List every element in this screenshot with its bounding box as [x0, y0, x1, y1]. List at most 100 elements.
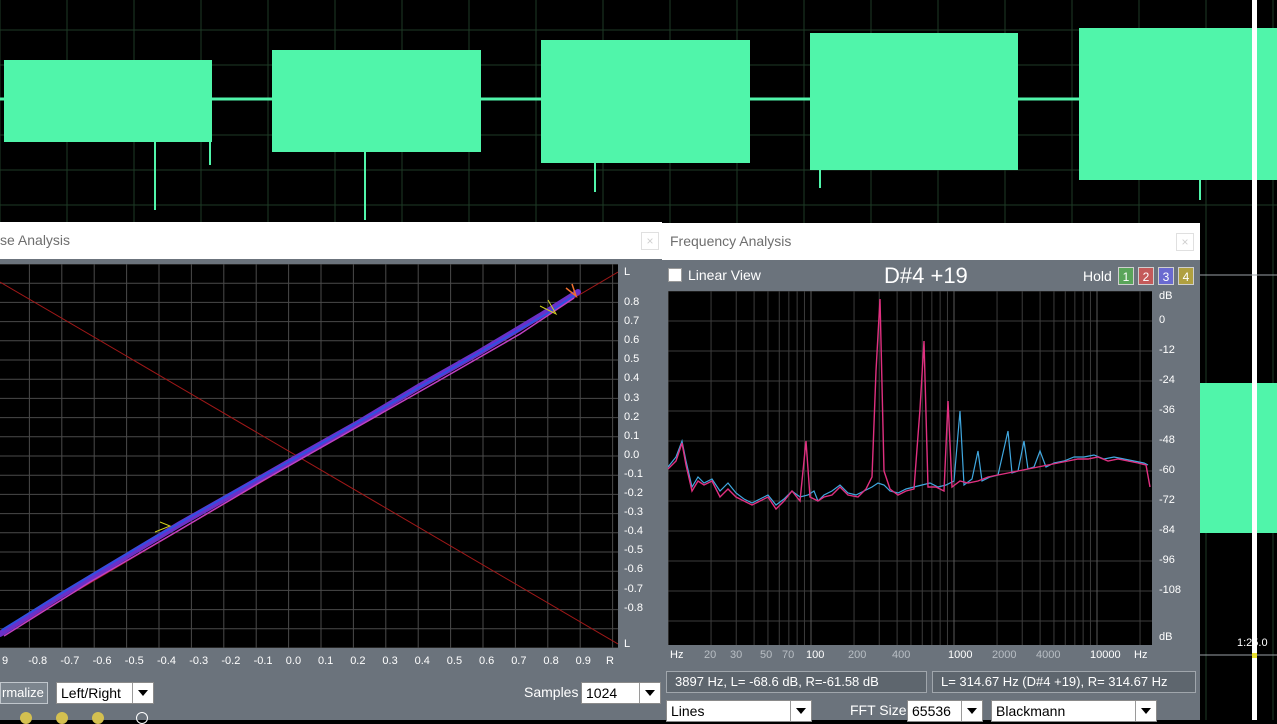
- samples-select[interactable]: 1024: [581, 682, 661, 704]
- phase-x-tick: -0.2: [221, 655, 241, 667]
- db-label-bottom: dB: [1159, 631, 1173, 643]
- hz-tick: 200: [848, 649, 867, 661]
- chevron-down-icon: [132, 683, 153, 703]
- chevron-down-icon: [639, 683, 660, 703]
- phase-y-tick: 0.8: [624, 296, 640, 308]
- phase-scope[interactable]: [0, 264, 618, 648]
- phase-x-tick: -0.6: [92, 655, 112, 667]
- phase-y-tick: -0.2: [624, 487, 643, 499]
- phase-x-tick: 0.0: [285, 655, 302, 667]
- channel-mode-select[interactable]: Left/Right: [56, 682, 154, 704]
- audio-clip-block[interactable]: [4, 60, 212, 142]
- chevron-down-icon: [961, 701, 982, 721]
- phase-x-tick: 9: [2, 655, 9, 667]
- audio-clip-block[interactable]: [1079, 28, 1277, 180]
- phase-x-tick: 0.6: [479, 655, 495, 667]
- hz-tick: 20: [704, 649, 717, 661]
- hz-tick: 4000: [1036, 649, 1061, 661]
- phase-close-button[interactable]: ×: [641, 232, 659, 250]
- hz-tick: 2000: [992, 649, 1017, 661]
- phase-x-tick: R: [606, 655, 614, 667]
- timeline-marker: 1:25.0: [1237, 637, 1268, 649]
- channel-mode-value: Left/Right: [61, 685, 121, 701]
- linear-view-label: Linear View: [688, 267, 761, 283]
- phase-x-tick: -0.8: [28, 655, 48, 667]
- fft-size-label: FFT Size: [850, 702, 907, 718]
- phase-x-tick: 0.9: [575, 655, 591, 667]
- zoom-icon[interactable]: [136, 712, 148, 724]
- phase-window-titlebar[interactable]: se Analysis: [0, 222, 662, 259]
- hz-tick: 50: [760, 649, 773, 661]
- phase-y-tick: 0.5: [624, 353, 640, 366]
- db-tick: 0: [1159, 314, 1166, 326]
- graph-type-select[interactable]: Lines: [666, 700, 812, 722]
- hz-tick: 70: [782, 649, 795, 661]
- phase-y-tick: 0.0: [624, 448, 640, 461]
- phase-x-tick: -0.5: [124, 655, 144, 667]
- phase-y-tick: 0.2: [624, 410, 640, 423]
- phase-y-tick: -0.4: [624, 525, 643, 538]
- freq-window-titlebar[interactable]: Frequency Analysis: [662, 223, 1200, 260]
- phase-x-tick: -0.7: [60, 655, 80, 667]
- samples-label: Samples: [524, 684, 579, 700]
- db-tick: -12: [1159, 344, 1175, 356]
- record-icon[interactable]: [92, 712, 104, 724]
- phase-window-title: se Analysis: [0, 232, 71, 248]
- phase-y-tick: -0.8: [624, 601, 643, 614]
- phase-window-body: L 0.8 0.7 0.6 0.5 0.4 0.3 0.2 0.1 0.0 -0.1 -0.2 -0.…: [0, 259, 662, 724]
- phase-y-tick: 0.1: [624, 429, 640, 442]
- record-icon[interactable]: [20, 712, 32, 724]
- fft-size-value: 65536: [912, 703, 951, 719]
- phase-y-tick: -0.1: [624, 467, 643, 480]
- hold-button-1[interactable]: 1: [1118, 267, 1134, 285]
- hz-label-right: Hz: [1134, 649, 1148, 661]
- phase-y-tick: -0.3: [624, 506, 643, 519]
- record-icon[interactable]: [56, 712, 68, 724]
- db-tick: -96: [1159, 554, 1175, 566]
- phase-y-tick: 0.4: [624, 372, 640, 385]
- chevron-down-icon: [1135, 701, 1156, 721]
- audio-clip-block[interactable]: [1200, 383, 1277, 533]
- phase-scale-top: L: [624, 266, 631, 278]
- phase-x-tick: -0.1: [253, 655, 273, 667]
- phase-x-tick: 0.7: [511, 655, 527, 667]
- hz-tick: 100: [806, 649, 825, 661]
- hold-button-4[interactable]: 4: [1178, 267, 1194, 285]
- hold-button-2[interactable]: 2: [1138, 267, 1154, 285]
- audio-clip-block[interactable]: [541, 40, 750, 163]
- graph-type-value: Lines: [671, 703, 705, 719]
- spectrum-graph[interactable]: [668, 291, 1152, 645]
- note-readout: D#4 +19: [884, 263, 968, 288]
- db-tick: -60: [1159, 464, 1175, 476]
- db-tick: -108: [1159, 584, 1182, 596]
- db-tick: -84: [1159, 524, 1175, 536]
- fft-size-select[interactable]: 65536: [907, 700, 983, 722]
- normalize-button[interactable]: rmalize: [0, 682, 48, 704]
- db-tick: -48: [1159, 434, 1175, 446]
- hz-tick: 1000: [948, 649, 973, 661]
- audio-clip-block[interactable]: [810, 33, 1018, 170]
- cursor-readout: 3897 Hz, L= -68.6 dB, R=-61.58 dB: [666, 671, 927, 693]
- phase-scale-bottom: L: [624, 638, 631, 650]
- phase-y-tick: -0.7: [624, 582, 643, 595]
- normalize-label: rmalize: [2, 685, 44, 700]
- freq-close-button[interactable]: ×: [1176, 233, 1194, 251]
- phase-y-tick: -0.5: [624, 544, 643, 557]
- db-tick: -24: [1159, 374, 1175, 386]
- phase-y-tick: 0.6: [624, 334, 640, 347]
- linear-view-checkbox[interactable]: [668, 268, 682, 282]
- phase-y-tick: 0.3: [624, 391, 640, 404]
- playhead[interactable]: [1252, 0, 1257, 720]
- toolbar-icon-strip: [14, 710, 164, 724]
- db-label-top: dB: [1159, 290, 1173, 302]
- hz-label-left: Hz: [670, 649, 684, 661]
- freq-window-title: Frequency Analysis: [670, 233, 792, 249]
- hold-button-3[interactable]: 3: [1158, 267, 1174, 285]
- db-tick: -36: [1159, 404, 1175, 416]
- freq-window-body: Linear View D#4 +19 Hold 1234 dB 0 -12 -24…: [662, 260, 1200, 722]
- phase-x-tick: -0.4: [157, 655, 176, 667]
- phase-x-tick: 0.1: [318, 655, 334, 667]
- audio-clip-block[interactable]: [272, 50, 481, 152]
- phase-y-tick: 0.7: [624, 315, 640, 328]
- window-function-select[interactable]: Blackmann: [991, 700, 1157, 722]
